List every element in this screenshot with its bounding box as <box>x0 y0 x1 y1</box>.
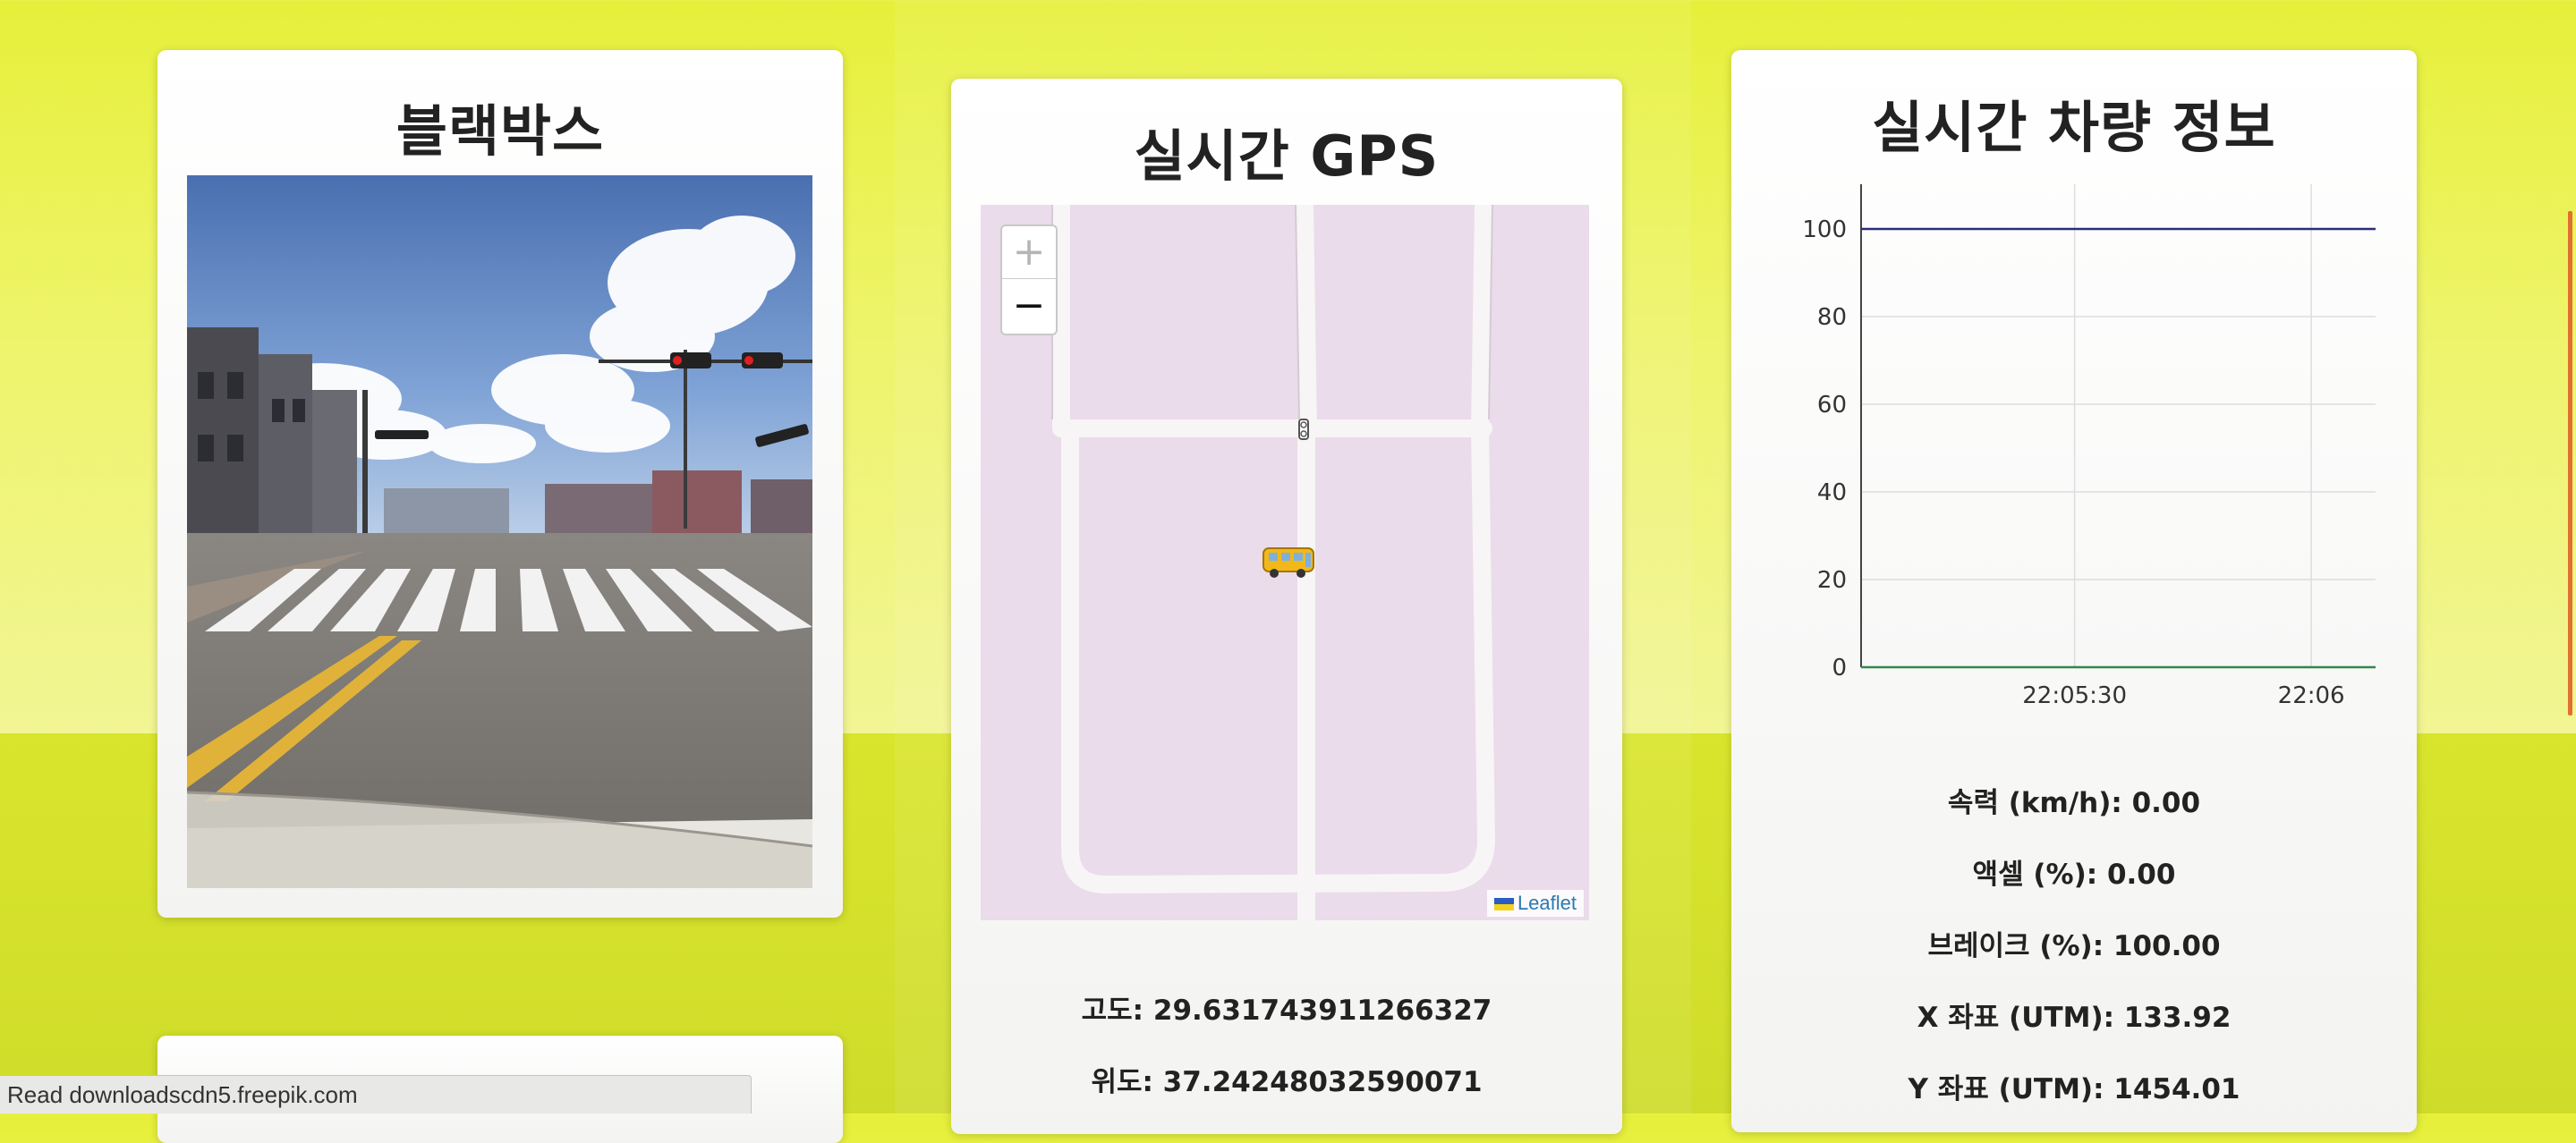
utm-y-value: Y 좌표 (UTM): 1454.01 <box>1908 1073 2240 1105</box>
map-attribution[interactable]: Leaflet <box>1486 890 1584 917</box>
y-tick-label: 20 <box>1817 567 1847 594</box>
vehicle-title: 실시간 차량 정보 <box>1872 95 2276 160</box>
blackbox-video[interactable] <box>187 175 812 888</box>
vehicle-card: 실시간 차량 정보 0 20 40 60 80 100 22:05:30 22:06 속력 (… <box>1731 50 2417 1132</box>
utm-x-value: X 좌표 (UTM): 133.92 <box>1917 1002 2232 1034</box>
zoom-out-button[interactable]: − <box>1002 280 1056 332</box>
ukraine-flag-icon <box>1493 898 1514 910</box>
x-tick-label: 22:06 <box>2278 682 2345 709</box>
y-tick-label: 60 <box>1817 392 1847 419</box>
bus-icon[interactable] <box>1260 545 1317 580</box>
y-tick-label: 0 <box>1832 655 1847 682</box>
accel-value: 액셀 (%): 0.00 <box>1972 859 2176 891</box>
browser-status-bar: Read downloadscdn5.freepik.com <box>0 1075 752 1113</box>
gps-altitude: 고도: 29.631743911266327 <box>1081 995 1492 1027</box>
vehicle-chart: 0 20 40 60 80 100 22:05:30 22:06 <box>1802 184 2376 709</box>
gps-map[interactable]: + − Leaflet <box>981 205 1589 920</box>
gps-title: 실시간 GPS <box>1134 123 1440 189</box>
x-tick-label: 22:05:30 <box>2022 682 2127 709</box>
y-tick-label: 80 <box>1817 304 1847 331</box>
blackbox-title: 블랙박스 <box>395 98 605 164</box>
y-tick-label: 40 <box>1817 479 1847 506</box>
attribution-link[interactable]: Leaflet <box>1518 892 1577 914</box>
blackbox-frame <box>187 175 812 888</box>
speed-value: 속력 (km/h): 0.00 <box>1947 787 2201 819</box>
gps-card: 실시간 GPS + − Leaflet 고도: 29.6317439112663… <box>951 79 1622 1134</box>
y-tick-label: 100 <box>1802 216 1847 243</box>
gps-latitude: 위도: 37.24248032590071 <box>1091 1066 1483 1098</box>
brake-value: 브레이크 (%): 100.00 <box>1927 930 2221 962</box>
scroll-indicator[interactable] <box>2568 211 2572 715</box>
zoom-in-button[interactable]: + <box>1002 226 1056 279</box>
zoom-control: + − <box>1000 224 1058 335</box>
blackbox-card: 블랙박스 <box>157 50 843 918</box>
